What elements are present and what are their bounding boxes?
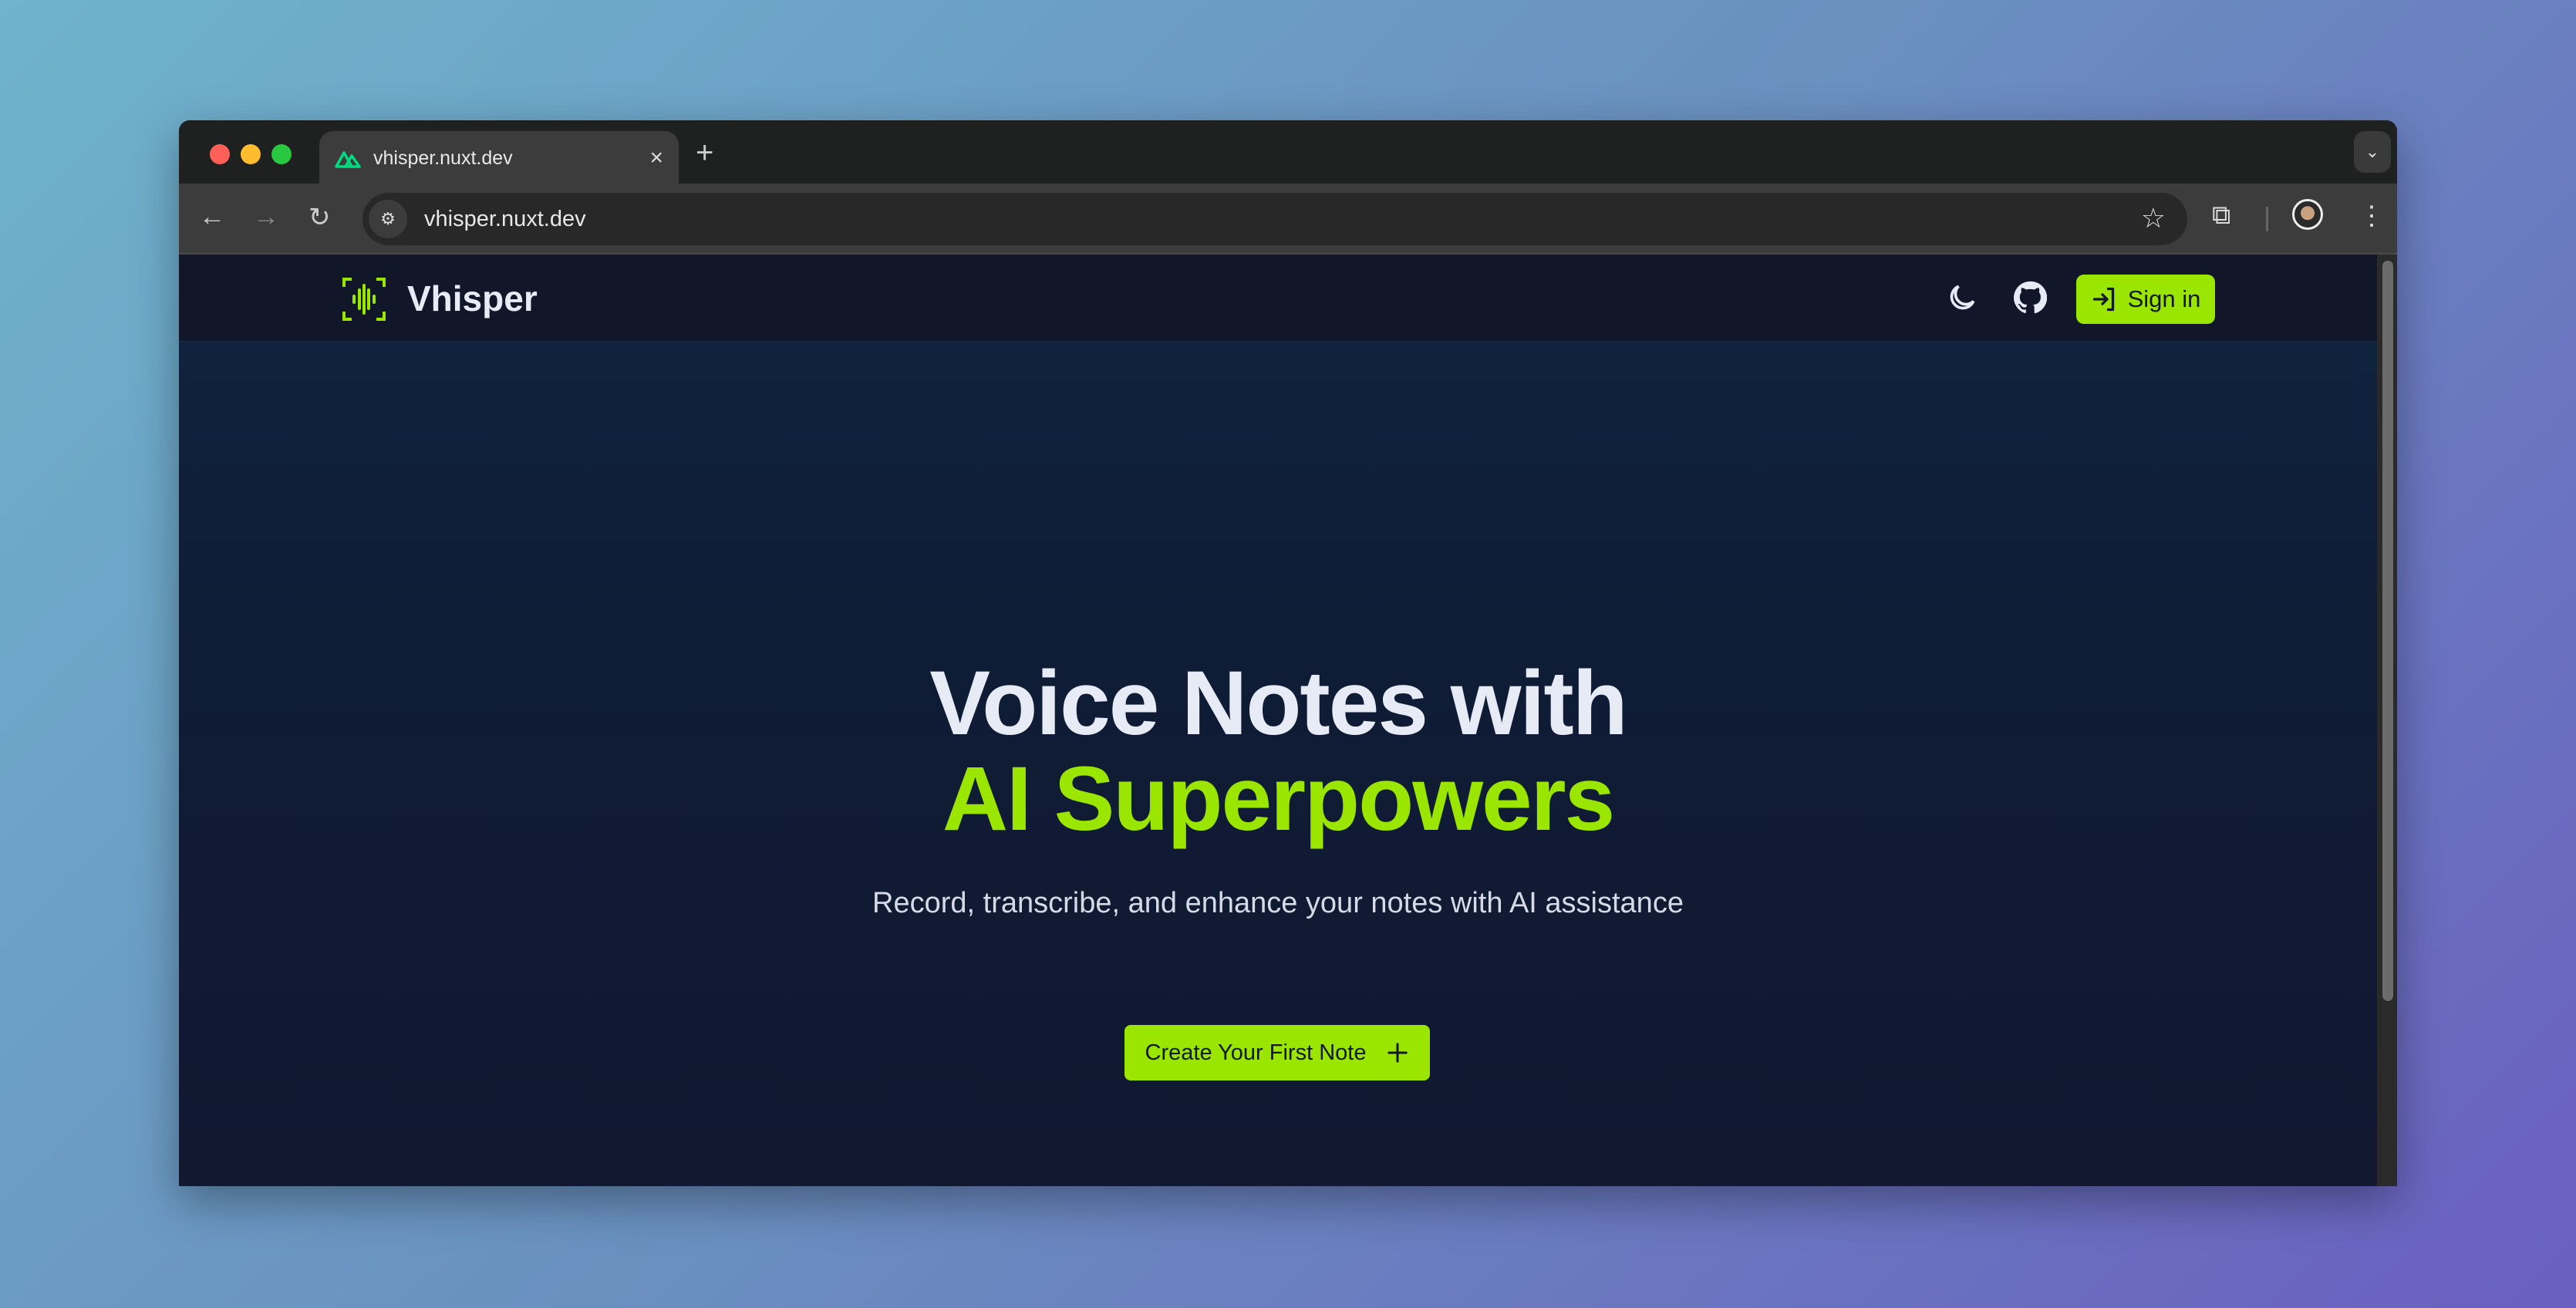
github-icon[interactable] [2013, 281, 2047, 315]
sign-in-button[interactable]: Sign in [2076, 275, 2215, 324]
page-scrollbar[interactable] [2377, 255, 2397, 1186]
maximize-window-button[interactable] [271, 144, 292, 164]
create-first-note-button[interactable]: Create Your First Note [1124, 1025, 1430, 1080]
bookmark-star-icon[interactable]: ☆ [2141, 202, 2166, 234]
profile-avatar[interactable] [2292, 199, 2323, 230]
browser-window: vhisper.nuxt.dev × + ⌄ ← → ↻ ⚙ vhisper.n… [179, 120, 2397, 1186]
scrollbar-thumb[interactable] [2382, 261, 2393, 1001]
page-content: Vhisper Sign in Voice Notes with AI Supe… [179, 255, 2377, 1186]
back-icon[interactable]: ← [199, 202, 225, 232]
url-text[interactable]: vhisper.nuxt.dev [424, 207, 586, 232]
tab-title: vhisper.nuxt.dev [373, 147, 513, 169]
site-navbar: Vhisper Sign in [179, 255, 2377, 342]
browser-toolbar: ← → ↻ ⚙ vhisper.nuxt.dev ☆ ⧉ ⋮ [179, 184, 2397, 255]
moon-icon[interactable] [1945, 281, 1979, 315]
hero-subtitle: Record, transcribe, and enhance your not… [872, 887, 1684, 919]
minimize-window-button[interactable] [241, 144, 261, 164]
vhisper-logo-icon[interactable] [342, 278, 386, 321]
close-window-button[interactable] [210, 144, 230, 164]
plus-icon [1387, 1043, 1408, 1063]
sign-in-label: Sign in [2127, 285, 2201, 312]
browser-tab[interactable]: vhisper.nuxt.dev × [319, 131, 679, 185]
tab-search-chevron-icon[interactable]: ⌄ [2354, 131, 2391, 173]
new-tab-button[interactable]: + [696, 136, 713, 170]
hero-title-line2: AI Superpowers [942, 748, 1615, 850]
nuxt-favicon-icon [335, 151, 361, 168]
hero-title: Voice Notes with AI Superpowers [179, 656, 2377, 847]
brand-name[interactable]: Vhisper [407, 278, 538, 319]
sign-in-arrow-icon [2092, 287, 2114, 312]
reload-icon[interactable]: ↻ [309, 202, 331, 233]
extensions-puzzle-icon[interactable]: ⧉ [2212, 201, 2230, 231]
address-bar[interactable]: ⚙ vhisper.nuxt.dev ☆ [362, 193, 2187, 245]
tab-bar: vhisper.nuxt.dev × + ⌄ [179, 120, 2397, 185]
forward-icon[interactable]: → [253, 202, 279, 232]
toolbar-divider [2266, 207, 2268, 231]
site-info-icon[interactable]: ⚙ [369, 200, 407, 238]
cta-label: Create Your First Note [1145, 1040, 1367, 1065]
close-tab-icon[interactable]: × [649, 145, 663, 171]
more-menu-icon[interactable]: ⋮ [2359, 201, 2385, 231]
hero-title-line1: Voice Notes with [929, 652, 1627, 754]
